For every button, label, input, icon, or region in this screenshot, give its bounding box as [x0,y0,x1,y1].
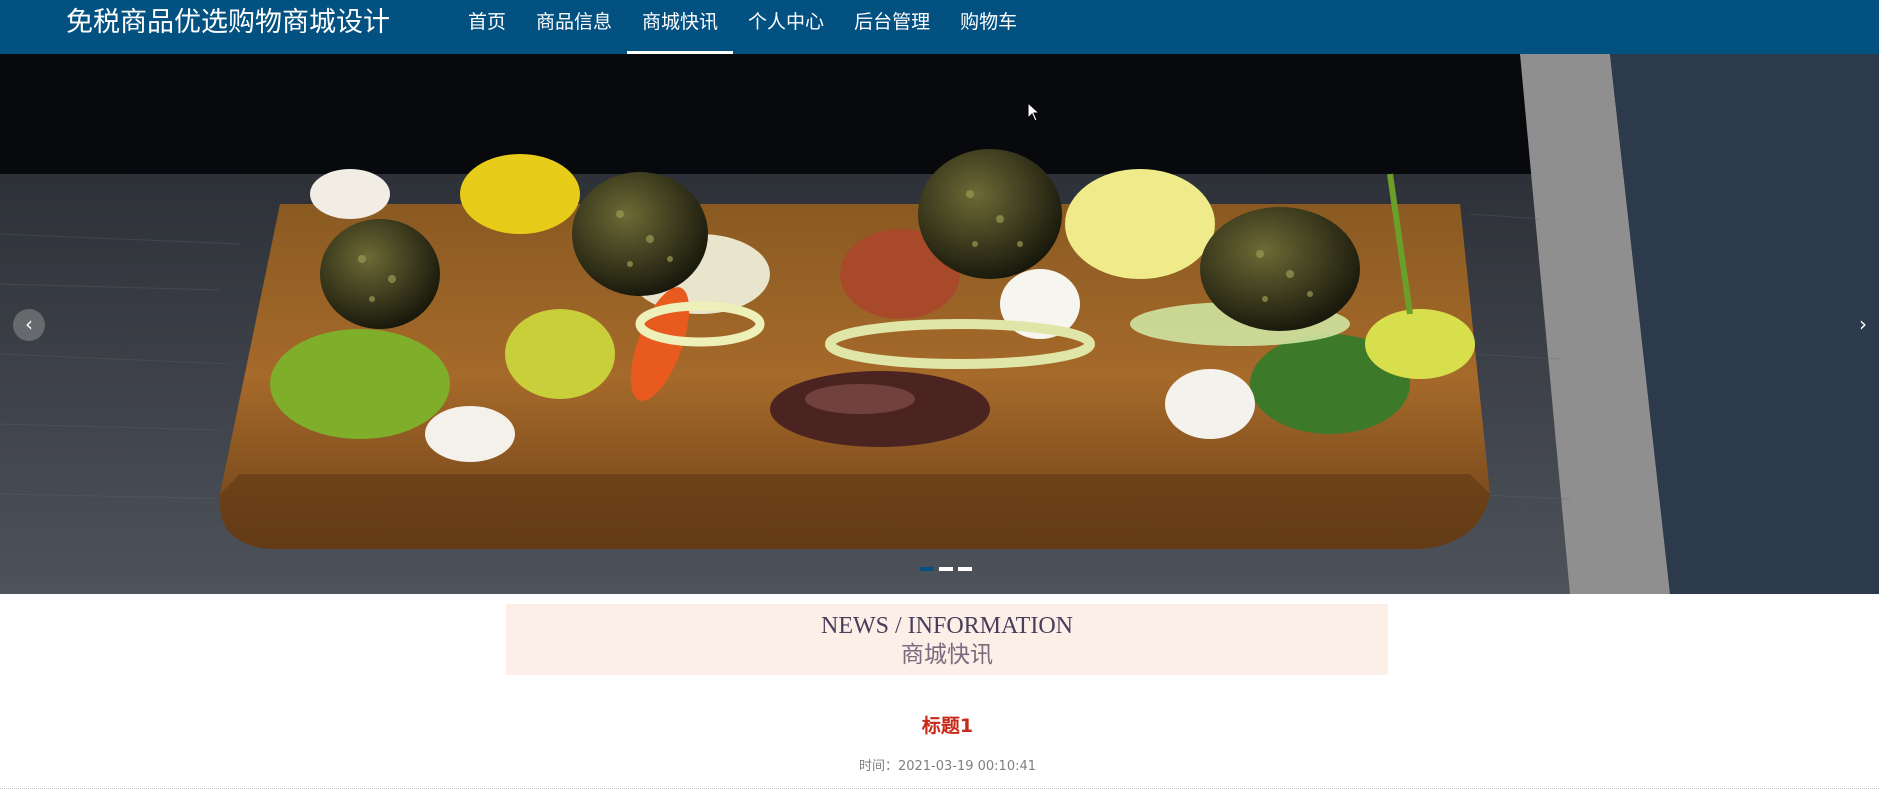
nav-item-admin[interactable]: 后台管理 [839,0,945,54]
carousel-dot-1[interactable] [920,567,934,571]
news-heading-en: NEWS / INFORMATION [821,613,1073,639]
top-navbar: 免税商品优选购物商城设计 首页 商品信息 商城快讯 个人中心 后台管理 购物车 [0,0,1879,54]
news-article-time: 时间：2021-03-19 00:10:41 [858,759,1037,774]
news-section-header: NEWS / INFORMATION 商城快讯 [506,604,1388,675]
news-article-title[interactable]: 标题1 [0,711,1879,738]
carousel-dot-3[interactable] [958,567,972,571]
carousel-next-button[interactable]: › [1847,309,1879,341]
banner-image [0,54,1879,594]
main-nav: 首页 商品信息 商城快讯 个人中心 后台管理 购物车 [453,0,1032,54]
nav-item-cart[interactable]: 购物车 [945,0,1032,54]
nav-item-profile[interactable]: 个人中心 [733,0,839,54]
news-heading-cn: 商城快讯 [901,642,993,668]
chevron-left-icon: ‹ [25,312,33,336]
carousel-indicators [920,567,972,571]
banner-carousel[interactable]: ‹ › [0,54,1879,594]
site-title[interactable]: 免税商品优选购物商城设计 [66,0,390,46]
chevron-right-icon: › [1859,312,1867,336]
nav-item-products[interactable]: 商品信息 [521,0,627,54]
divider [0,788,1879,789]
nav-item-home[interactable]: 首页 [453,0,521,54]
mouse-cursor-icon [1027,102,1041,122]
nav-item-news[interactable]: 商城快讯 [627,0,734,54]
carousel-dot-2[interactable] [939,567,953,571]
carousel-prev-button[interactable]: ‹ [13,309,45,341]
